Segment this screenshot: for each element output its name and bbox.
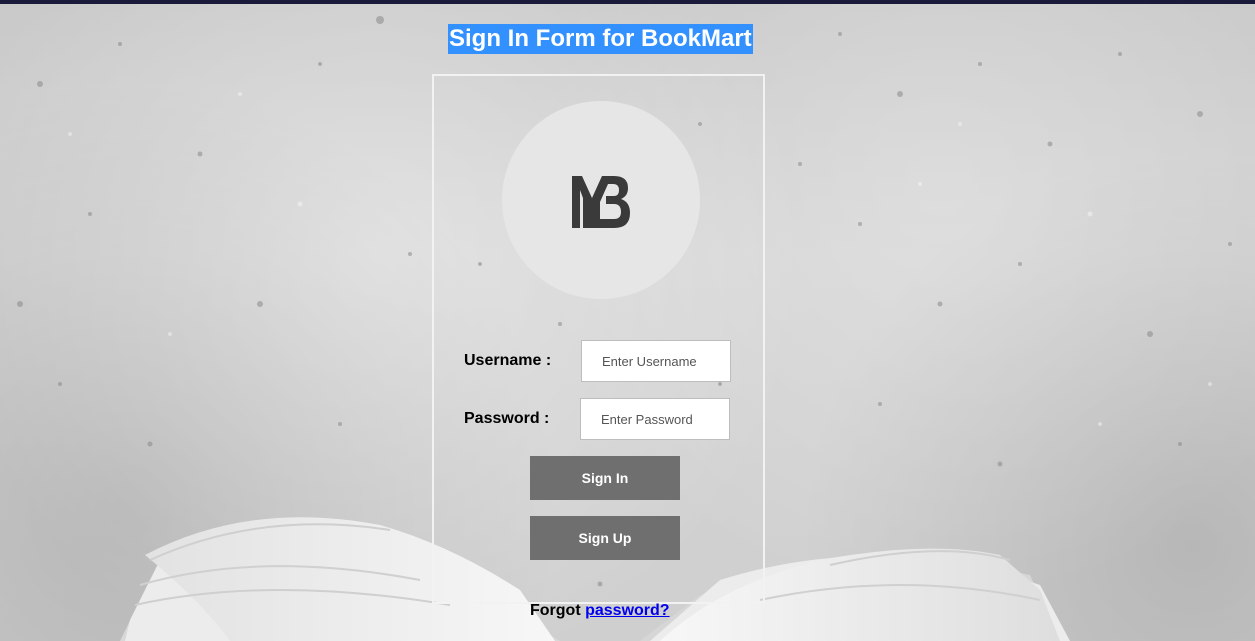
forgot-password-text: Forgot password? (530, 602, 670, 620)
password-label: Password : (464, 410, 550, 427)
forgot-prefix: Forgot (530, 602, 581, 619)
password-input[interactable] (580, 398, 730, 440)
username-input[interactable] (581, 340, 731, 382)
sign-in-button[interactable]: Sign In (530, 456, 680, 500)
sign-up-button[interactable]: Sign Up (530, 516, 680, 560)
forgot-password-link[interactable]: password? (585, 602, 669, 619)
username-label: Username : (464, 352, 552, 369)
bookmart-mb-logo-icon (572, 176, 630, 228)
page-title: Sign In Form for BookMart (448, 24, 753, 54)
